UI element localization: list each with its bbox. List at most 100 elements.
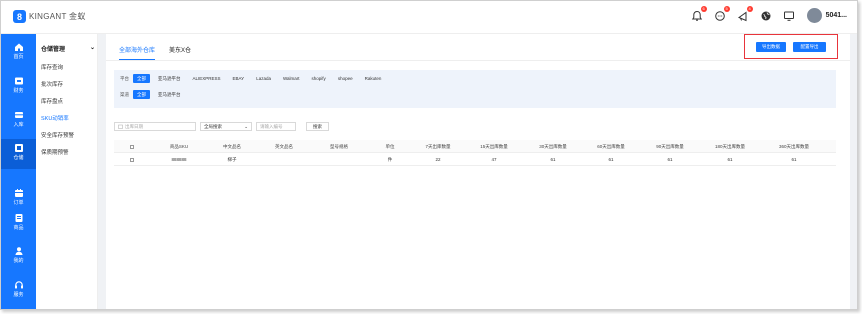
brand-name-cn: 金蚁: [69, 12, 86, 21]
sidebar-item-profile[interactable]: 我的: [1, 242, 36, 272]
sidebar-item-label: 我的: [13, 258, 24, 264]
select-all-checkbox[interactable]: [130, 140, 134, 153]
search-bar: 出库日期 全局搜索 ⌄ 请输入编号 搜索: [114, 122, 329, 131]
cell-spec: [319, 153, 359, 166]
cell-90d: 61: [667, 157, 673, 162]
sidebar-item-home[interactable]: 首页: [1, 38, 36, 68]
sidebar-item-label: 仓储: [13, 155, 24, 161]
notice-badge: 4: [746, 5, 753, 12]
channel-chip[interactable]: 亚马逊平台: [154, 90, 185, 99]
calendar-icon: [118, 124, 123, 129]
date-field[interactable]: 出库日期: [114, 122, 196, 131]
order-icon: [14, 189, 23, 197]
monitor-icon[interactable]: [782, 9, 796, 23]
platform-chip[interactable]: Walmart: [279, 74, 304, 83]
home-icon: [14, 43, 23, 51]
submenu: 仓储管理 ⌄ 库存查询 批次库存 库存盘点 SKU动销率 安全库存预警 保质期预警: [36, 34, 98, 309]
sidebar-item-label: 服务: [13, 292, 24, 298]
cell-cn-name: 梯子: [227, 157, 237, 162]
cell-en-name: [264, 153, 304, 166]
tab-divider: [106, 60, 850, 61]
inbound-icon: [14, 112, 23, 118]
platform-chip[interactable]: 全部: [133, 74, 150, 83]
cell-sku: 888888: [171, 157, 187, 162]
search-mode-value: 全局搜索: [204, 124, 222, 129]
cell-15d: 47: [491, 157, 497, 162]
tab-us-east-x[interactable]: 美东X仓: [169, 45, 191, 60]
date-placeholder: 出库日期: [125, 124, 143, 129]
content-panel: 全部海外仓库 美东X仓 导出数据 配置导出 平台 全部 亚马逊平台 ALIEXP…: [106, 34, 850, 309]
submenu-item-batch-inventory[interactable]: 批次库存: [41, 80, 63, 88]
chat-badge: 5: [723, 5, 730, 12]
top-bar: 8 KINGANT 金蚁 6 5 4 5041...: [1, 1, 857, 34]
submenu-item-stocktake[interactable]: 库存盘点: [41, 97, 63, 105]
filter-panel: 平台 全部 亚马逊平台 ALIEXPRESS EBAY Lazada Walma…: [114, 70, 836, 108]
submenu-title[interactable]: 仓储管理 ⌄: [41, 44, 95, 53]
product-icon: [15, 214, 22, 222]
brand-name: KINGANT: [29, 12, 67, 21]
cell-30d: 61: [550, 157, 556, 162]
chat-icon[interactable]: 5: [713, 5, 730, 23]
table-header: 商品SKU 中文品名 英文品名 型号规格 单位 7天出库数量 15天出库数量 3…: [114, 140, 836, 153]
platform-chip[interactable]: shopee: [334, 74, 357, 83]
col-180d: 180天出库数量: [714, 144, 745, 149]
col-7d: 7天出库数量: [425, 144, 451, 149]
bell-icon[interactable]: 6: [690, 5, 707, 23]
sidebar-item-warehouse[interactable]: 仓储: [1, 139, 36, 169]
submenu-item-sku-turnover[interactable]: SKU动销率: [41, 114, 69, 122]
cell-60d: 61: [608, 157, 614, 162]
cell-180d: 61: [727, 157, 733, 162]
sidebar-item-label: 财务: [13, 88, 24, 94]
sidebar-item-inbound[interactable]: 入库: [1, 106, 36, 136]
table-row[interactable]: 888888 梯子 件 22 47 61 61 61 61 61: [114, 153, 836, 166]
config-export-button[interactable]: 配置导出: [793, 42, 826, 52]
col-15d: 15天出库数量: [480, 144, 508, 149]
col-sku: 商品SKU: [169, 144, 189, 149]
submenu-item-shelf-life[interactable]: 保质期预警: [41, 148, 69, 156]
bell-badge: 6: [700, 5, 707, 12]
app-window: 8 KINGANT 金蚁 6 5 4 5041... 首页 财务 入库 仓储 订…: [0, 0, 858, 310]
platform-chip[interactable]: Rakuten: [361, 74, 386, 83]
logo-mark: 8: [13, 10, 26, 23]
platform-chip[interactable]: Lazada: [252, 74, 275, 83]
sidebar-item-finance[interactable]: 财务: [1, 72, 36, 102]
platform-chip[interactable]: ALIEXPRESS: [189, 74, 225, 83]
row-checkbox[interactable]: [130, 153, 134, 166]
user-icon: [15, 247, 22, 255]
search-button[interactable]: 搜索: [306, 122, 329, 131]
main-area: 全部海外仓库 美东X仓 导出数据 配置导出 平台 全部 亚马逊平台 ALIEXP…: [98, 34, 857, 309]
export-data-button[interactable]: 导出数据: [756, 42, 786, 52]
cell-unit: 件: [387, 157, 393, 162]
chevron-down-icon: ⌄: [89, 45, 95, 51]
sidebar-item-service[interactable]: 服务: [1, 276, 36, 306]
platform-chip[interactable]: EBAY: [229, 74, 249, 83]
channel-filter-row: 渠道 全部 亚马逊平台: [120, 90, 189, 99]
sidebar-item-label: 入库: [13, 122, 24, 128]
logo[interactable]: 8 KINGANT 金蚁: [13, 10, 86, 23]
sku-table: 商品SKU 中文品名 英文品名 型号规格 单位 7天出库数量 15天出库数量 3…: [114, 140, 836, 166]
submenu-item-safety-stock[interactable]: 安全库存预警: [41, 131, 74, 139]
col-cn-name: 中文品名: [223, 144, 241, 149]
tab-all-warehouses[interactable]: 全部海外仓库: [119, 45, 156, 60]
sidebar-item-label: 订单: [13, 200, 24, 206]
username[interactable]: 5041...: [826, 12, 847, 19]
notice-icon[interactable]: 4: [736, 5, 753, 23]
submenu-item-inventory[interactable]: 库存查询: [41, 63, 63, 71]
globe-icon[interactable]: [759, 9, 773, 23]
cell-360d: 61: [791, 157, 797, 162]
sidebar-item-products[interactable]: 商品: [1, 209, 36, 239]
col-90d: 90天出库数量: [656, 144, 684, 149]
chevron-down-icon: ⌄: [244, 124, 248, 129]
col-unit: 单位: [385, 144, 395, 149]
platform-chip[interactable]: 亚马逊平台: [154, 74, 185, 83]
platform-chip[interactable]: shopify: [308, 74, 330, 83]
search-mode-select[interactable]: 全局搜索 ⌄: [200, 122, 252, 131]
channel-label: 渠道: [120, 91, 129, 97]
keyword-input[interactable]: 请输入编号: [256, 122, 296, 131]
cell-7d: 22: [435, 157, 441, 162]
sidebar-item-label: 商品: [13, 225, 24, 231]
finance-icon: [14, 77, 23, 85]
avatar[interactable]: [806, 8, 822, 23]
col-360d: 360天出库数量: [778, 144, 809, 149]
channel-chip[interactable]: 全部: [133, 90, 150, 99]
